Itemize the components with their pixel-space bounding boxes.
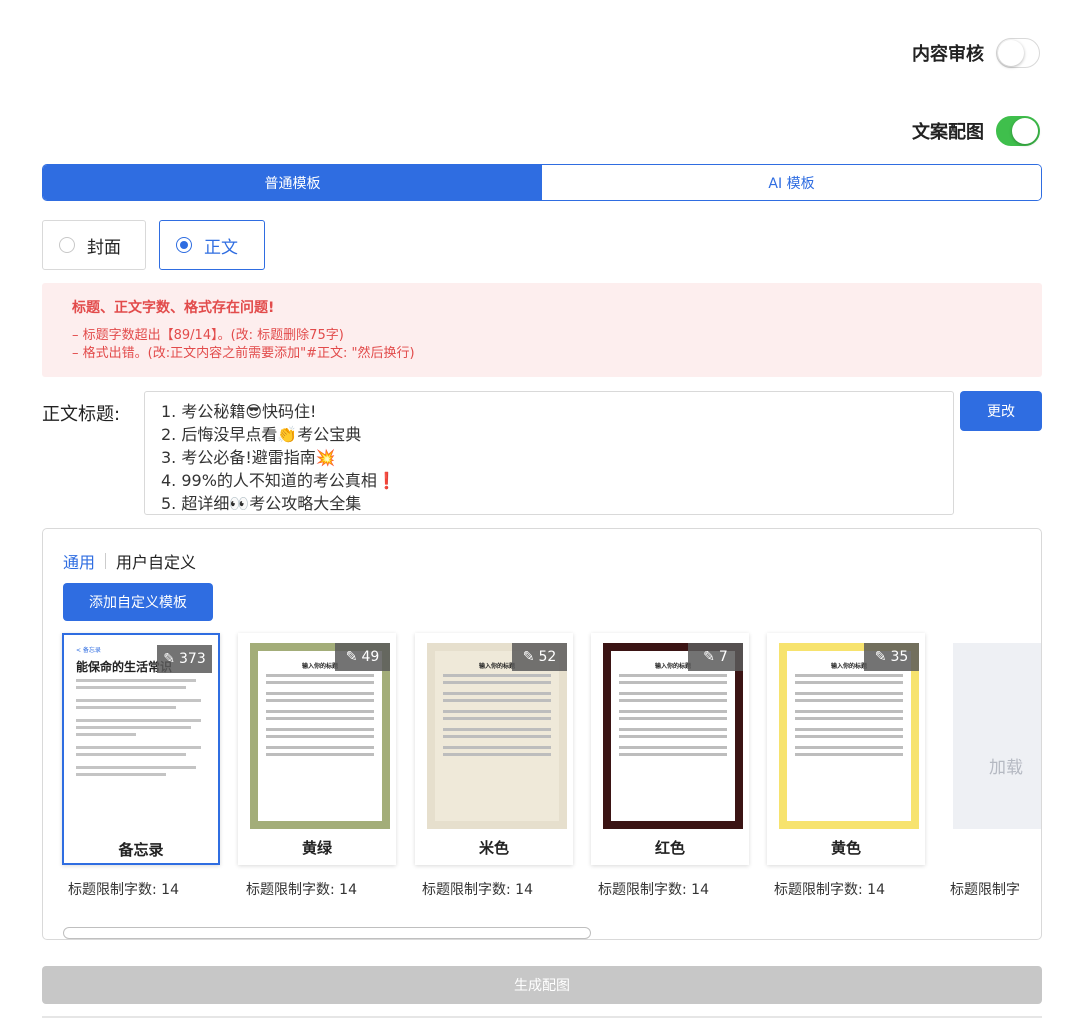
title-line: 3. 考公必备!避雷指南💥 [161, 448, 336, 467]
body-title-textarea[interactable]: 1. 考公秘籍😎快码住! 2. 后悔没早点看👏考公宝典 3. 考公必备!避雷指南… [144, 391, 954, 515]
radio-cover[interactable]: 封面 [42, 220, 146, 270]
template-mode-segmented: 普通模板 AI 模板 [42, 164, 1042, 201]
content-review-toggle-row: 内容审核 [912, 38, 1040, 68]
template-cards: < 备忘录 能保命的生活常识 ✎ 373 备忘录 标题限制字数: 14 输入你的标… [62, 633, 1041, 898]
copy-image-label: 文案配图 [912, 122, 984, 143]
template-thumbnail-loading: 加载 [953, 643, 1041, 829]
alert-title: 标题、正文字数、格式存在问题! [72, 300, 275, 316]
body-title-label: 正文标题: [42, 404, 121, 425]
loading-text: 加载 [989, 758, 1023, 778]
radio-circle-icon [59, 237, 75, 253]
tab-user-custom[interactable]: 用户自定义 [116, 549, 196, 573]
edit-icon: ✎ [163, 651, 175, 667]
edit-icon: ✎ [522, 649, 535, 665]
title-line: 2. 后悔没早点看👏考公宝典 [161, 425, 362, 444]
template-tabs: 通用 用户自定义 [63, 549, 196, 573]
title-limit-label: 标题限制字数: 14 [598, 882, 709, 898]
template-card-beige[interactable]: 输入你的标题 ✎ 52 米色 [415, 633, 573, 865]
template-card-yellow[interactable]: 输入你的标题 ✎ 35 黄色 [767, 633, 925, 865]
switch-knob [1012, 118, 1038, 144]
edit-icon: ✎ [703, 649, 715, 665]
content-review-switch[interactable] [996, 38, 1040, 68]
edit-count-badge: ✎ 35 [864, 643, 919, 671]
edit-count-badge: ✎ 7 [688, 643, 743, 671]
edit-icon: ✎ [345, 649, 358, 665]
template-name: 黄绿 [301, 839, 332, 857]
title-limit-label: 标题限制字数: 14 [246, 882, 357, 898]
tab-ai-template[interactable]: AI 模板 [542, 165, 1041, 200]
title-limit-label: 标题限制字数: 14 [422, 882, 533, 898]
template-name: 红色 [654, 839, 685, 857]
template-name: 备忘录 [118, 841, 164, 859]
edit-count: 7 [718, 649, 728, 665]
radio-body[interactable]: 正文 [159, 220, 265, 270]
error-alert: 标题、正文字数、格式存在问题! – 标题字数超出【89/14】。(改: 标题删除… [42, 283, 1042, 377]
change-button[interactable]: 更改 [960, 391, 1042, 431]
radio-body-label: 正文 [204, 237, 238, 258]
generate-image-button[interactable]: 生成配图 [42, 966, 1042, 1004]
radio-checked-icon [176, 237, 192, 253]
alert-line: – 格式出错。(改:正文内容之前需要添加"#正文: "然后换行) [72, 346, 415, 361]
content-review-label: 内容审核 [912, 44, 984, 65]
template-name: 黄色 [830, 839, 861, 857]
copy-image-switch[interactable] [996, 116, 1040, 146]
tab-general[interactable]: 通用 [63, 549, 95, 573]
edit-count: 373 [179, 651, 206, 667]
template-card-blue[interactable]: 加载 蓝 [943, 633, 1041, 865]
alert-line: – 标题字数超出【89/14】。(改: 标题删除75字) [72, 328, 344, 343]
switch-knob [998, 40, 1024, 66]
template-panel: 通用 用户自定义 添加自定义模板 < 备忘录 能保命的生活常识 ✎ 373 备忘录… [42, 528, 1042, 940]
edit-count: 52 [538, 649, 557, 665]
title-line: 1. 考公秘籍😎快码住! [161, 402, 317, 421]
copy-image-toggle-row: 文案配图 [912, 116, 1040, 146]
edit-count-badge: ✎ 52 [512, 643, 567, 671]
title-line: 4. 99%的人不知道的考公真相❗ [161, 471, 397, 490]
add-custom-template-button[interactable]: 添加自定义模板 [63, 583, 213, 621]
horizontal-scrollbar[interactable] [63, 927, 591, 939]
template-card-yellow-green[interactable]: 输入你的标题 ✎ 49 黄绿 [238, 633, 396, 865]
template-name: 米色 [478, 839, 509, 857]
edit-count-badge: ✎ 373 [157, 645, 212, 673]
template-name: 蓝 [943, 837, 1041, 858]
radio-cover-label: 封面 [87, 237, 121, 258]
edit-count-badge: ✎ 49 [335, 643, 390, 671]
divider [42, 1016, 1042, 1018]
title-limit-label: 标题限制字数: 14 [68, 882, 179, 898]
edit-count: 35 [890, 649, 909, 665]
title-line: 5. 超详细👀考公攻略大全集 [161, 494, 362, 513]
template-card-memo[interactable]: < 备忘录 能保命的生活常识 ✎ 373 备忘录 [62, 633, 220, 865]
tab-normal-template[interactable]: 普通模板 [43, 165, 542, 200]
title-limit-label: 标题限制字数: 14 [774, 882, 885, 898]
edit-icon: ✎ [874, 649, 887, 665]
title-limit-label: 标题限制字 [950, 882, 1020, 898]
tab-divider [105, 553, 107, 569]
template-card-red[interactable]: 输入你的标题 ✎ 7 红色 [591, 633, 749, 865]
edit-count: 49 [361, 649, 380, 665]
